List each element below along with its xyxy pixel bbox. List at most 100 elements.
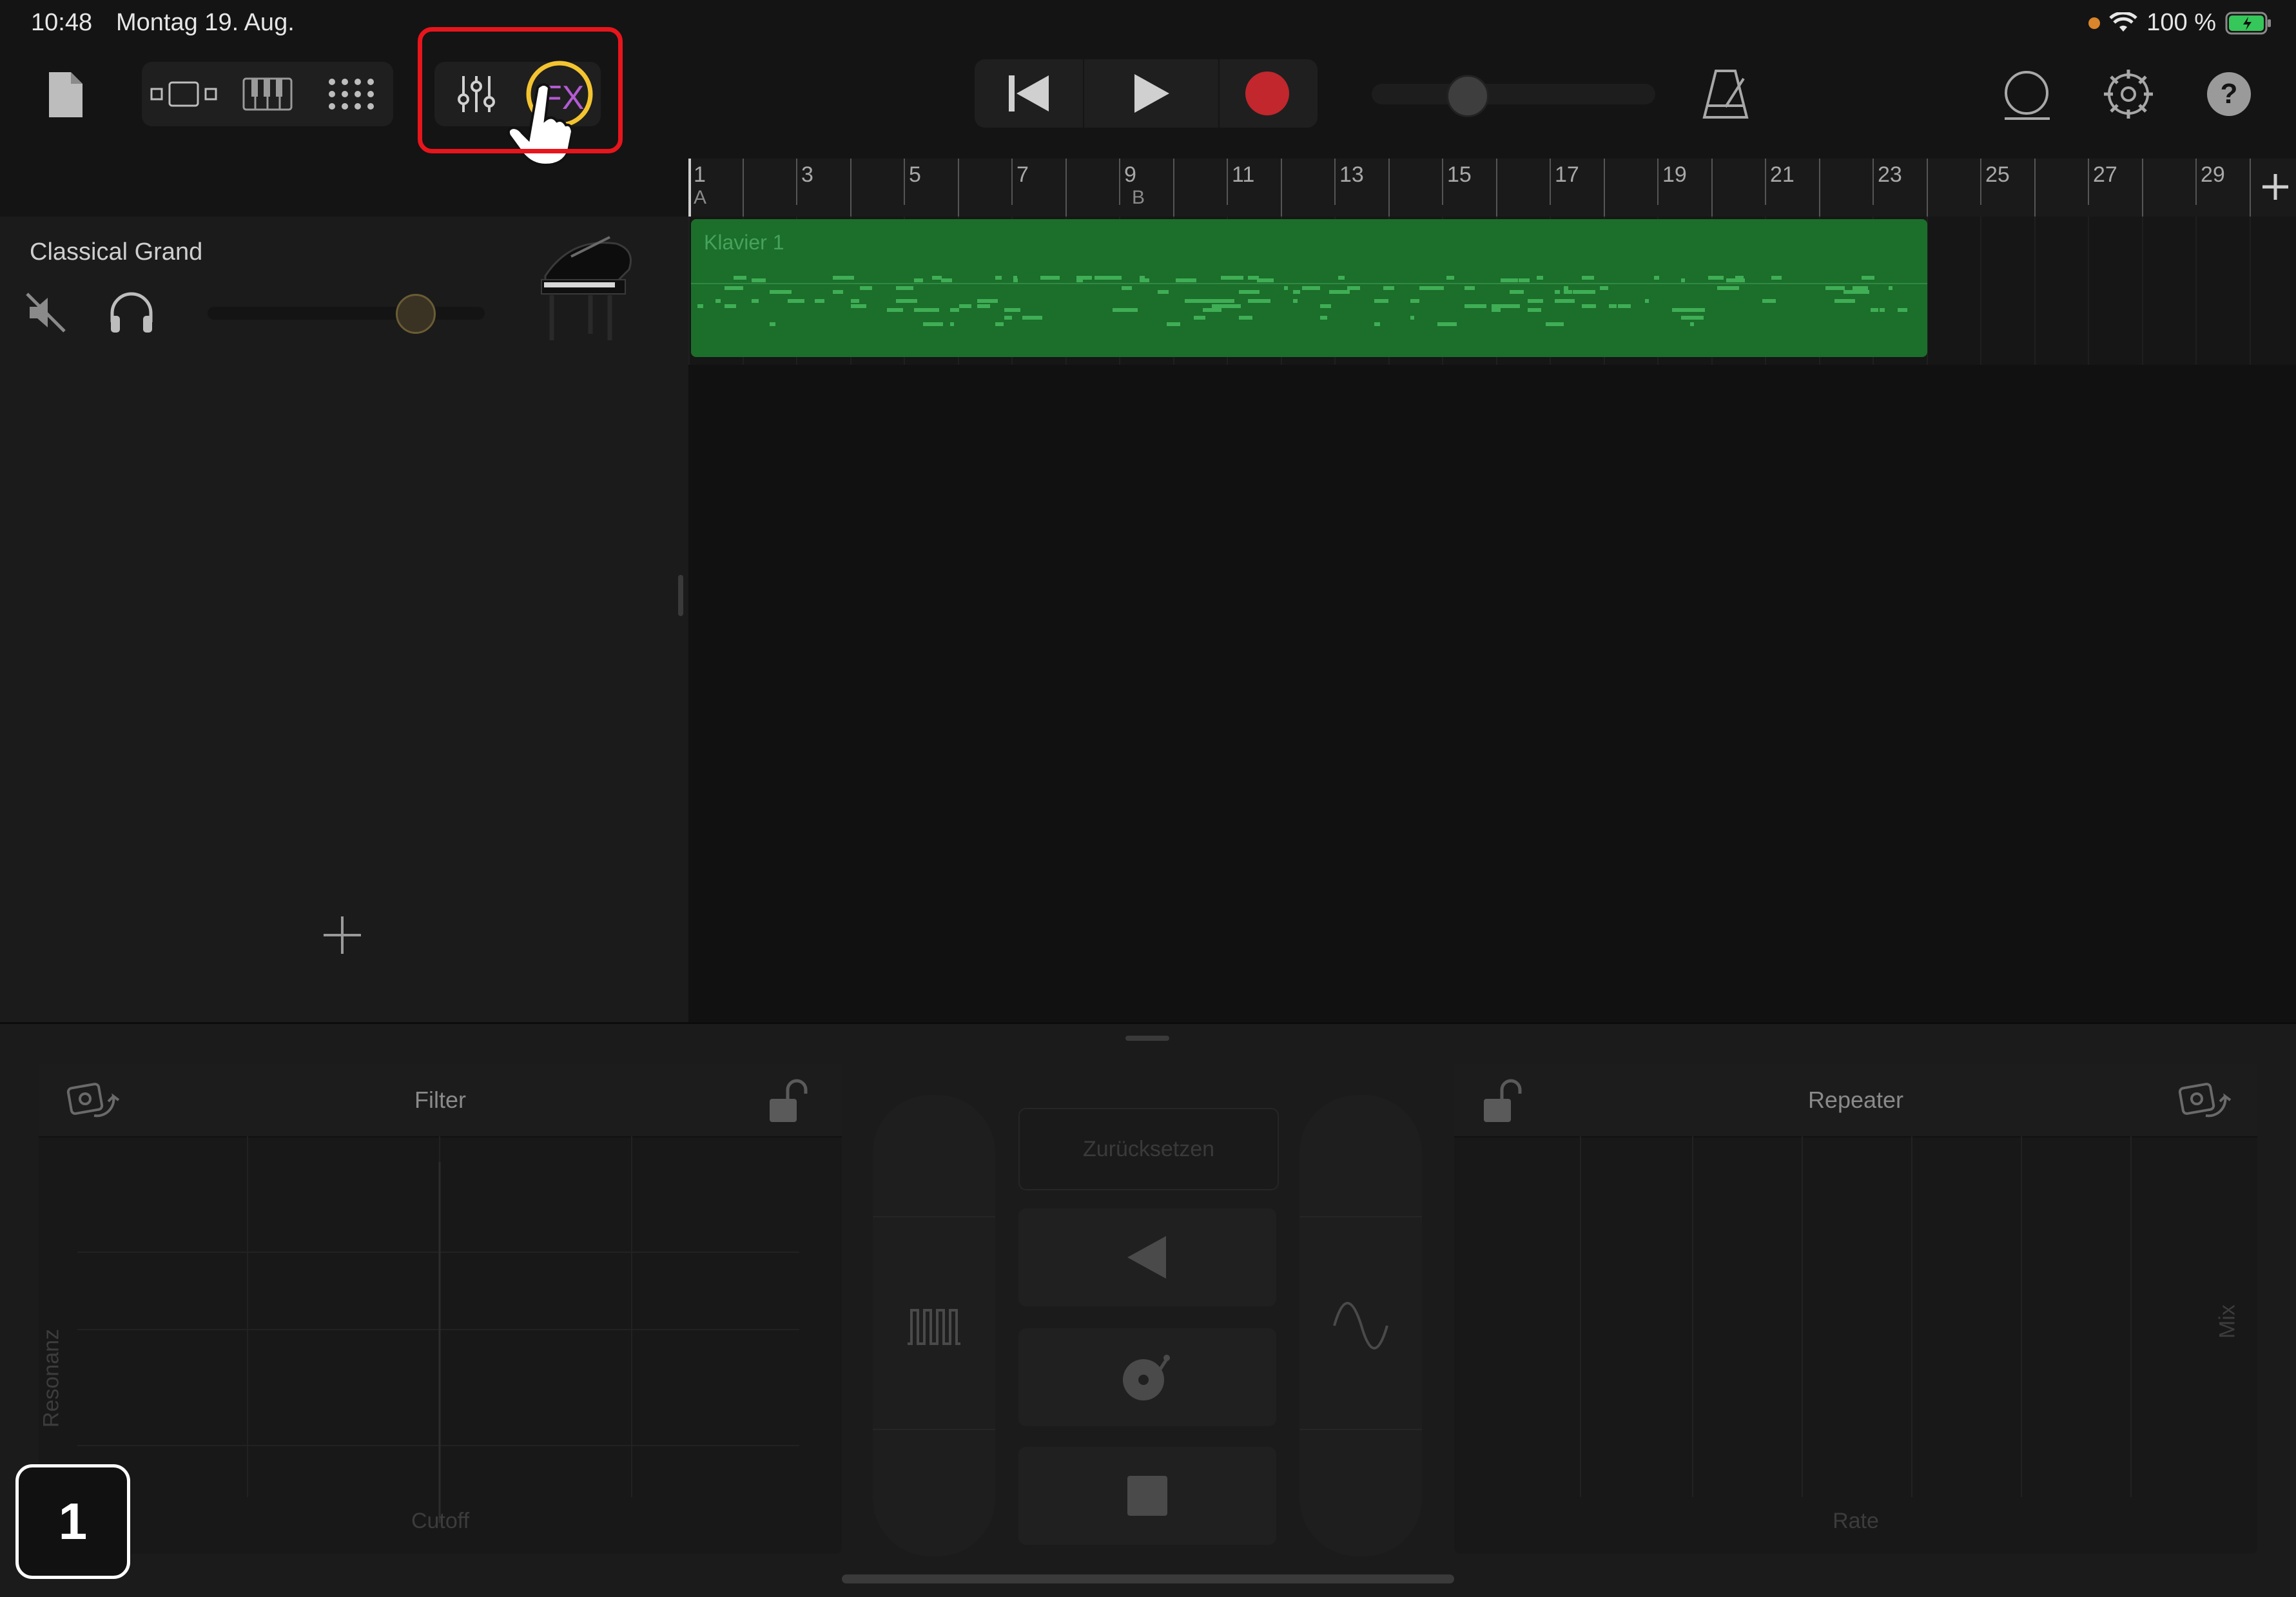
- midi-note: [1167, 322, 1180, 326]
- document-icon[interactable]: [46, 70, 85, 120]
- rate-label: Rate: [1833, 1509, 1879, 1533]
- midi-note: [1374, 322, 1380, 326]
- midi-note: [1428, 286, 1444, 290]
- ruler-tick: [1280, 159, 1282, 217]
- settings-icon[interactable]: [2103, 68, 2154, 120]
- midi-note: [1338, 276, 1345, 280]
- midi-note: [752, 299, 759, 303]
- repeater-xy-pad[interactable]: Repeater Rate Mix: [1454, 1064, 2257, 1554]
- keyboard-icon[interactable]: [226, 62, 309, 126]
- ruler-bar-number: 17: [1555, 162, 1579, 187]
- midi-note: [1284, 286, 1288, 290]
- mic-indicator-dot: [2088, 17, 2101, 29]
- playhead-slider[interactable]: [1372, 75, 1655, 117]
- midi-note: [1248, 299, 1270, 303]
- empty-timeline[interactable]: [688, 365, 2296, 1022]
- ruler-tick: [850, 159, 851, 217]
- repeater-pad-header: Repeater: [1454, 1064, 2257, 1137]
- midi-note: [1690, 322, 1694, 326]
- panel-resize-handle[interactable]: [678, 575, 683, 616]
- midi-note: [1501, 278, 1518, 282]
- midi-note: [1564, 290, 1572, 294]
- playhead-knob[interactable]: [1446, 75, 1489, 117]
- midi-note: [887, 308, 903, 312]
- add-track-icon[interactable]: [320, 913, 365, 958]
- midi-note: [1582, 304, 1596, 308]
- grand-piano-icon: [532, 231, 642, 353]
- headphones-icon[interactable]: [108, 290, 155, 335]
- midi-note: [1528, 299, 1543, 303]
- effect-swap-icon[interactable]: [2175, 1077, 2233, 1123]
- record-icon[interactable]: [1217, 59, 1318, 128]
- ruler-bar-number: 1: [694, 162, 706, 187]
- timeline-ruler[interactable]: 1 3 5 7 9 11 13 15 17 19 21 23 25 27 29 A B: [688, 159, 2296, 218]
- panel-grabber[interactable]: [1125, 1036, 1169, 1041]
- midi-note: [1880, 308, 1885, 312]
- highlight-frame: [418, 27, 623, 153]
- tracks-view-icon[interactable]: [142, 62, 226, 126]
- loop-icon[interactable]: [2001, 70, 2052, 121]
- volume-knob[interactable]: [396, 294, 436, 334]
- lane-grid-line: [2034, 217, 2036, 365]
- midi-note: [1609, 304, 1617, 308]
- midi-note: [725, 286, 743, 290]
- ruler-tick: [1442, 159, 1443, 205]
- midi-region[interactable]: Klavier 1: [691, 219, 1927, 357]
- midi-note: [1519, 278, 1530, 282]
- midi-note: [1004, 316, 1012, 320]
- unlock-icon[interactable]: [766, 1076, 811, 1125]
- status-time: 10:48: [31, 9, 93, 36]
- battery-icon: [2225, 12, 2271, 34]
- scratch-button[interactable]: [1018, 1328, 1276, 1426]
- midi-note: [905, 299, 917, 303]
- reset-button[interactable]: Zurücksetzen: [1018, 1108, 1279, 1190]
- play-icon[interactable]: [1083, 59, 1220, 128]
- ruler-bar-number: 25: [1985, 162, 2010, 187]
- right-fx-slider[interactable]: [1299, 1095, 1422, 1556]
- midi-note: [1013, 276, 1017, 280]
- grid-icon[interactable]: [309, 62, 393, 126]
- midi-note: [1862, 290, 1869, 294]
- midi-note: [1510, 290, 1524, 294]
- ruler-tick: [1388, 159, 1390, 217]
- midi-note: [1212, 299, 1234, 303]
- midi-note: [715, 299, 721, 303]
- midi-note: [752, 278, 766, 282]
- midi-note: [1239, 316, 1252, 320]
- midi-note: [1600, 286, 1608, 290]
- midi-note: [1302, 286, 1320, 290]
- reverse-button[interactable]: [1018, 1208, 1276, 1306]
- volume-slider[interactable]: [208, 294, 485, 334]
- help-icon[interactable]: ?: [2206, 71, 2252, 117]
- filter-xy-pad[interactable]: Filter Cutoff Resonanz: [39, 1064, 842, 1554]
- ruler-tick: [1119, 159, 1120, 205]
- midi-note: [1293, 290, 1300, 294]
- midi-note: [1771, 276, 1778, 280]
- stop-button[interactable]: [1018, 1447, 1276, 1545]
- midi-note: [1844, 299, 1852, 303]
- ruler-tick: [1550, 159, 1551, 205]
- midi-note: [1862, 276, 1874, 280]
- track-header[interactable]: Classical Grand: [0, 217, 688, 367]
- ruler-bar-number: 21: [1770, 162, 1795, 187]
- ruler-bar-number: 9: [1124, 162, 1136, 187]
- lane-grid-line: [2249, 217, 2251, 365]
- left-fx-slider[interactable]: [873, 1095, 995, 1556]
- midi-note: [1374, 299, 1388, 303]
- reverse-icon: [1127, 1236, 1166, 1279]
- midi-note: [941, 278, 952, 282]
- metronome-icon[interactable]: [1702, 68, 1749, 120]
- add-section-icon[interactable]: [2256, 168, 2295, 206]
- mute-icon[interactable]: [24, 291, 67, 334]
- midi-note: [1573, 290, 1595, 294]
- rewind-icon[interactable]: [975, 59, 1083, 128]
- ruler-bar-number: 23: [1878, 162, 1902, 187]
- midi-note: [1464, 304, 1486, 308]
- midi-note: [1681, 278, 1685, 282]
- ruler-tick: [1495, 159, 1497, 217]
- midi-note: [1076, 276, 1092, 280]
- lane-grid-line: [2141, 217, 2143, 365]
- ruler-tick: [1980, 159, 1981, 205]
- midi-note: [1194, 316, 1205, 320]
- ruler-tick: [1011, 159, 1013, 205]
